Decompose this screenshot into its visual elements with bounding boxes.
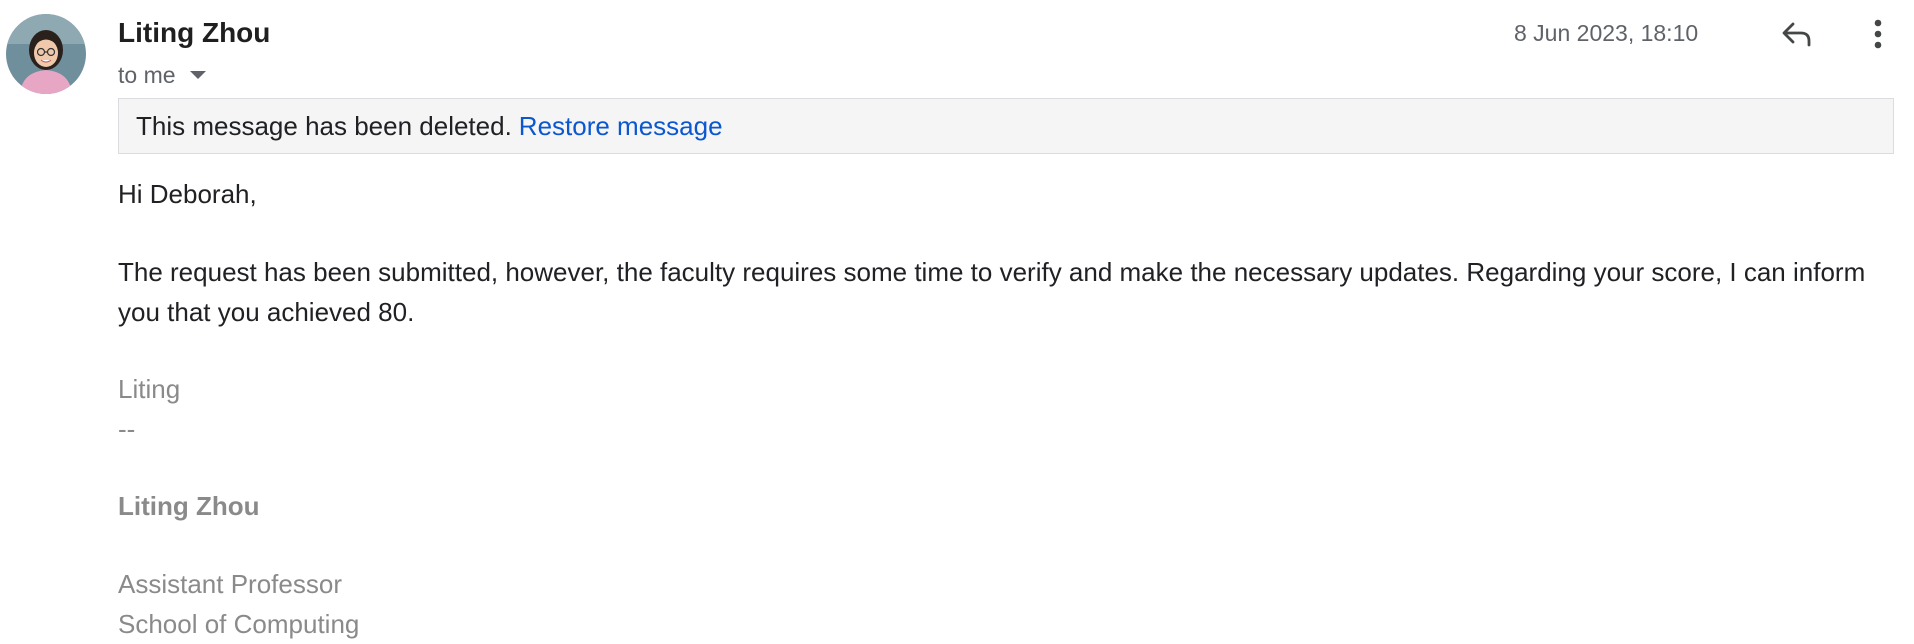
reply-button[interactable] [1773, 10, 1821, 58]
email-greeting: Hi Deborah, [118, 179, 257, 209]
reply-icon [1782, 22, 1811, 47]
deleted-message-banner: This message has been deleted. Restore m… [118, 98, 1894, 154]
recipient-details-toggle[interactable]: to me [118, 60, 206, 90]
signature-department: School of Computing [118, 609, 360, 639]
person-photo-icon [6, 14, 86, 94]
email-timestamp: 8 Jun 2023, 18:10 [1514, 20, 1699, 46]
more-vert-icon [1874, 19, 1882, 49]
email-body-paragraph: The request has been submitted, however,… [118, 257, 1866, 327]
signature-first-name: Liting [118, 374, 181, 404]
deleted-notice-text: This message has been deleted. [136, 110, 512, 141]
recipient-label: to me [118, 61, 176, 88]
chevron-down-icon [189, 71, 206, 79]
sender-avatar[interactable] [6, 14, 86, 94]
sender-name[interactable]: Liting Zhou [118, 17, 270, 49]
signature-separator: -- [118, 414, 136, 444]
signature-full-name: Liting Zhou [118, 491, 260, 521]
more-options-button[interactable] [1854, 10, 1902, 58]
restore-message-link[interactable]: Restore message [519, 111, 723, 142]
signature-title: Assistant Professor [118, 569, 342, 599]
